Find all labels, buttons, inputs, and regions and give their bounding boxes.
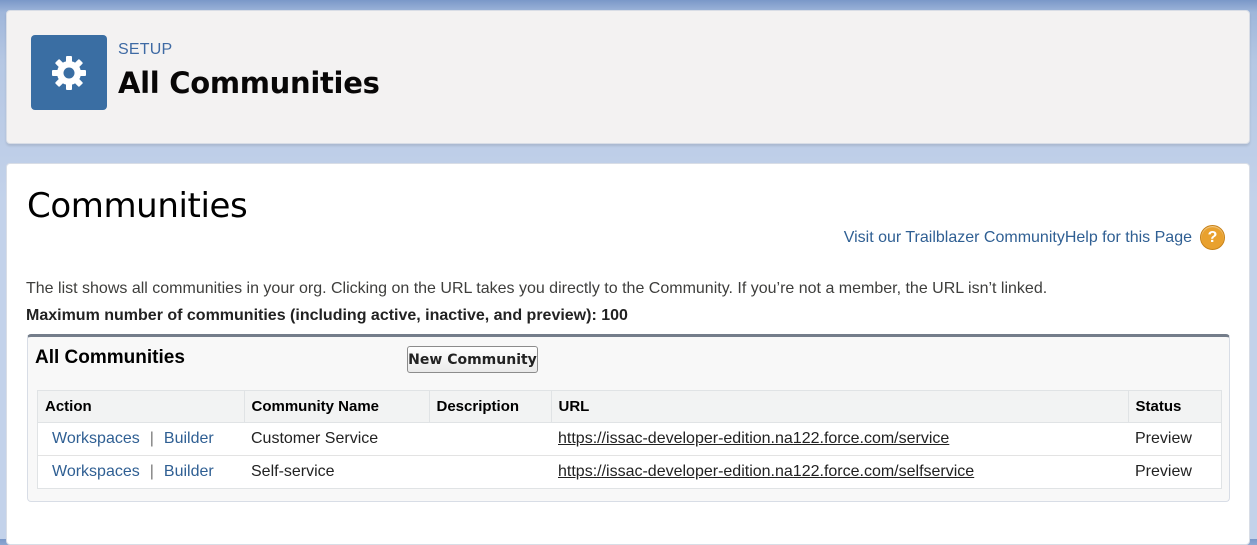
main-content: Communities Visit our Trailblazer Commun… <box>6 163 1250 545</box>
workspaces-link[interactable]: Workspaces <box>52 463 140 480</box>
action-cell: Workspaces | Builder <box>38 456 244 489</box>
builder-link[interactable]: Builder <box>164 430 214 447</box>
column-header-description: Description <box>429 391 552 423</box>
description-text: The list shows all communities in your o… <box>26 280 1048 297</box>
description-cell <box>429 422 551 456</box>
help-area: Visit our Trailblazer CommunityHelp for … <box>844 225 1225 250</box>
list-title: All Communities <box>35 347 185 368</box>
url-cell: https://issac-developer-edition.na122.fo… <box>551 422 1128 456</box>
table-header-row: Action Community Name Description URL St… <box>38 391 1221 423</box>
column-header-action: Action <box>38 391 245 423</box>
help-link[interactable]: Visit our Trailblazer CommunityHelp for … <box>844 229 1192 247</box>
status-cell: Preview <box>1128 422 1221 456</box>
column-header-url: URL <box>551 391 1129 423</box>
table-row: Workspaces | Builder Customer Service http… <box>38 422 1221 456</box>
community-name-cell: Self-service <box>251 463 335 480</box>
action-cell: Workspaces | Builder <box>38 422 244 456</box>
column-header-status: Status <box>1128 391 1221 423</box>
builder-link[interactable]: Builder <box>164 463 214 480</box>
communities-table: Action Community Name Description URL St… <box>37 390 1222 489</box>
new-community-button[interactable]: New Community <box>407 346 538 373</box>
max-communities-notice: Maximum number of communities (including… <box>26 307 628 324</box>
community-url-link[interactable]: https://issac-developer-edition.na122.fo… <box>558 463 974 480</box>
page-header: SETUP All Communities <box>6 10 1250 144</box>
workspaces-link[interactable]: Workspaces <box>52 430 140 447</box>
page-header-title: All Communities <box>118 66 380 100</box>
community-url-link[interactable]: https://issac-developer-edition.na122.fo… <box>558 430 949 447</box>
table-row: Workspaces | Builder Self-service https://… <box>38 456 1221 489</box>
communities-list: All Communities New Community Action Com… <box>27 334 1230 502</box>
column-header-name: Community Name <box>244 391 430 423</box>
breadcrumb: SETUP <box>118 41 173 58</box>
gear-icon <box>31 35 107 110</box>
community-name-cell: Customer Service <box>244 422 429 456</box>
help-question-icon[interactable]: ? <box>1200 225 1225 250</box>
description-cell <box>429 456 551 489</box>
link-separator: | <box>149 463 154 480</box>
status-cell: Preview <box>1135 463 1192 480</box>
url-cell: https://issac-developer-edition.na122.fo… <box>551 456 1128 489</box>
page-title: Communities <box>27 186 248 226</box>
link-separator: | <box>149 430 154 447</box>
